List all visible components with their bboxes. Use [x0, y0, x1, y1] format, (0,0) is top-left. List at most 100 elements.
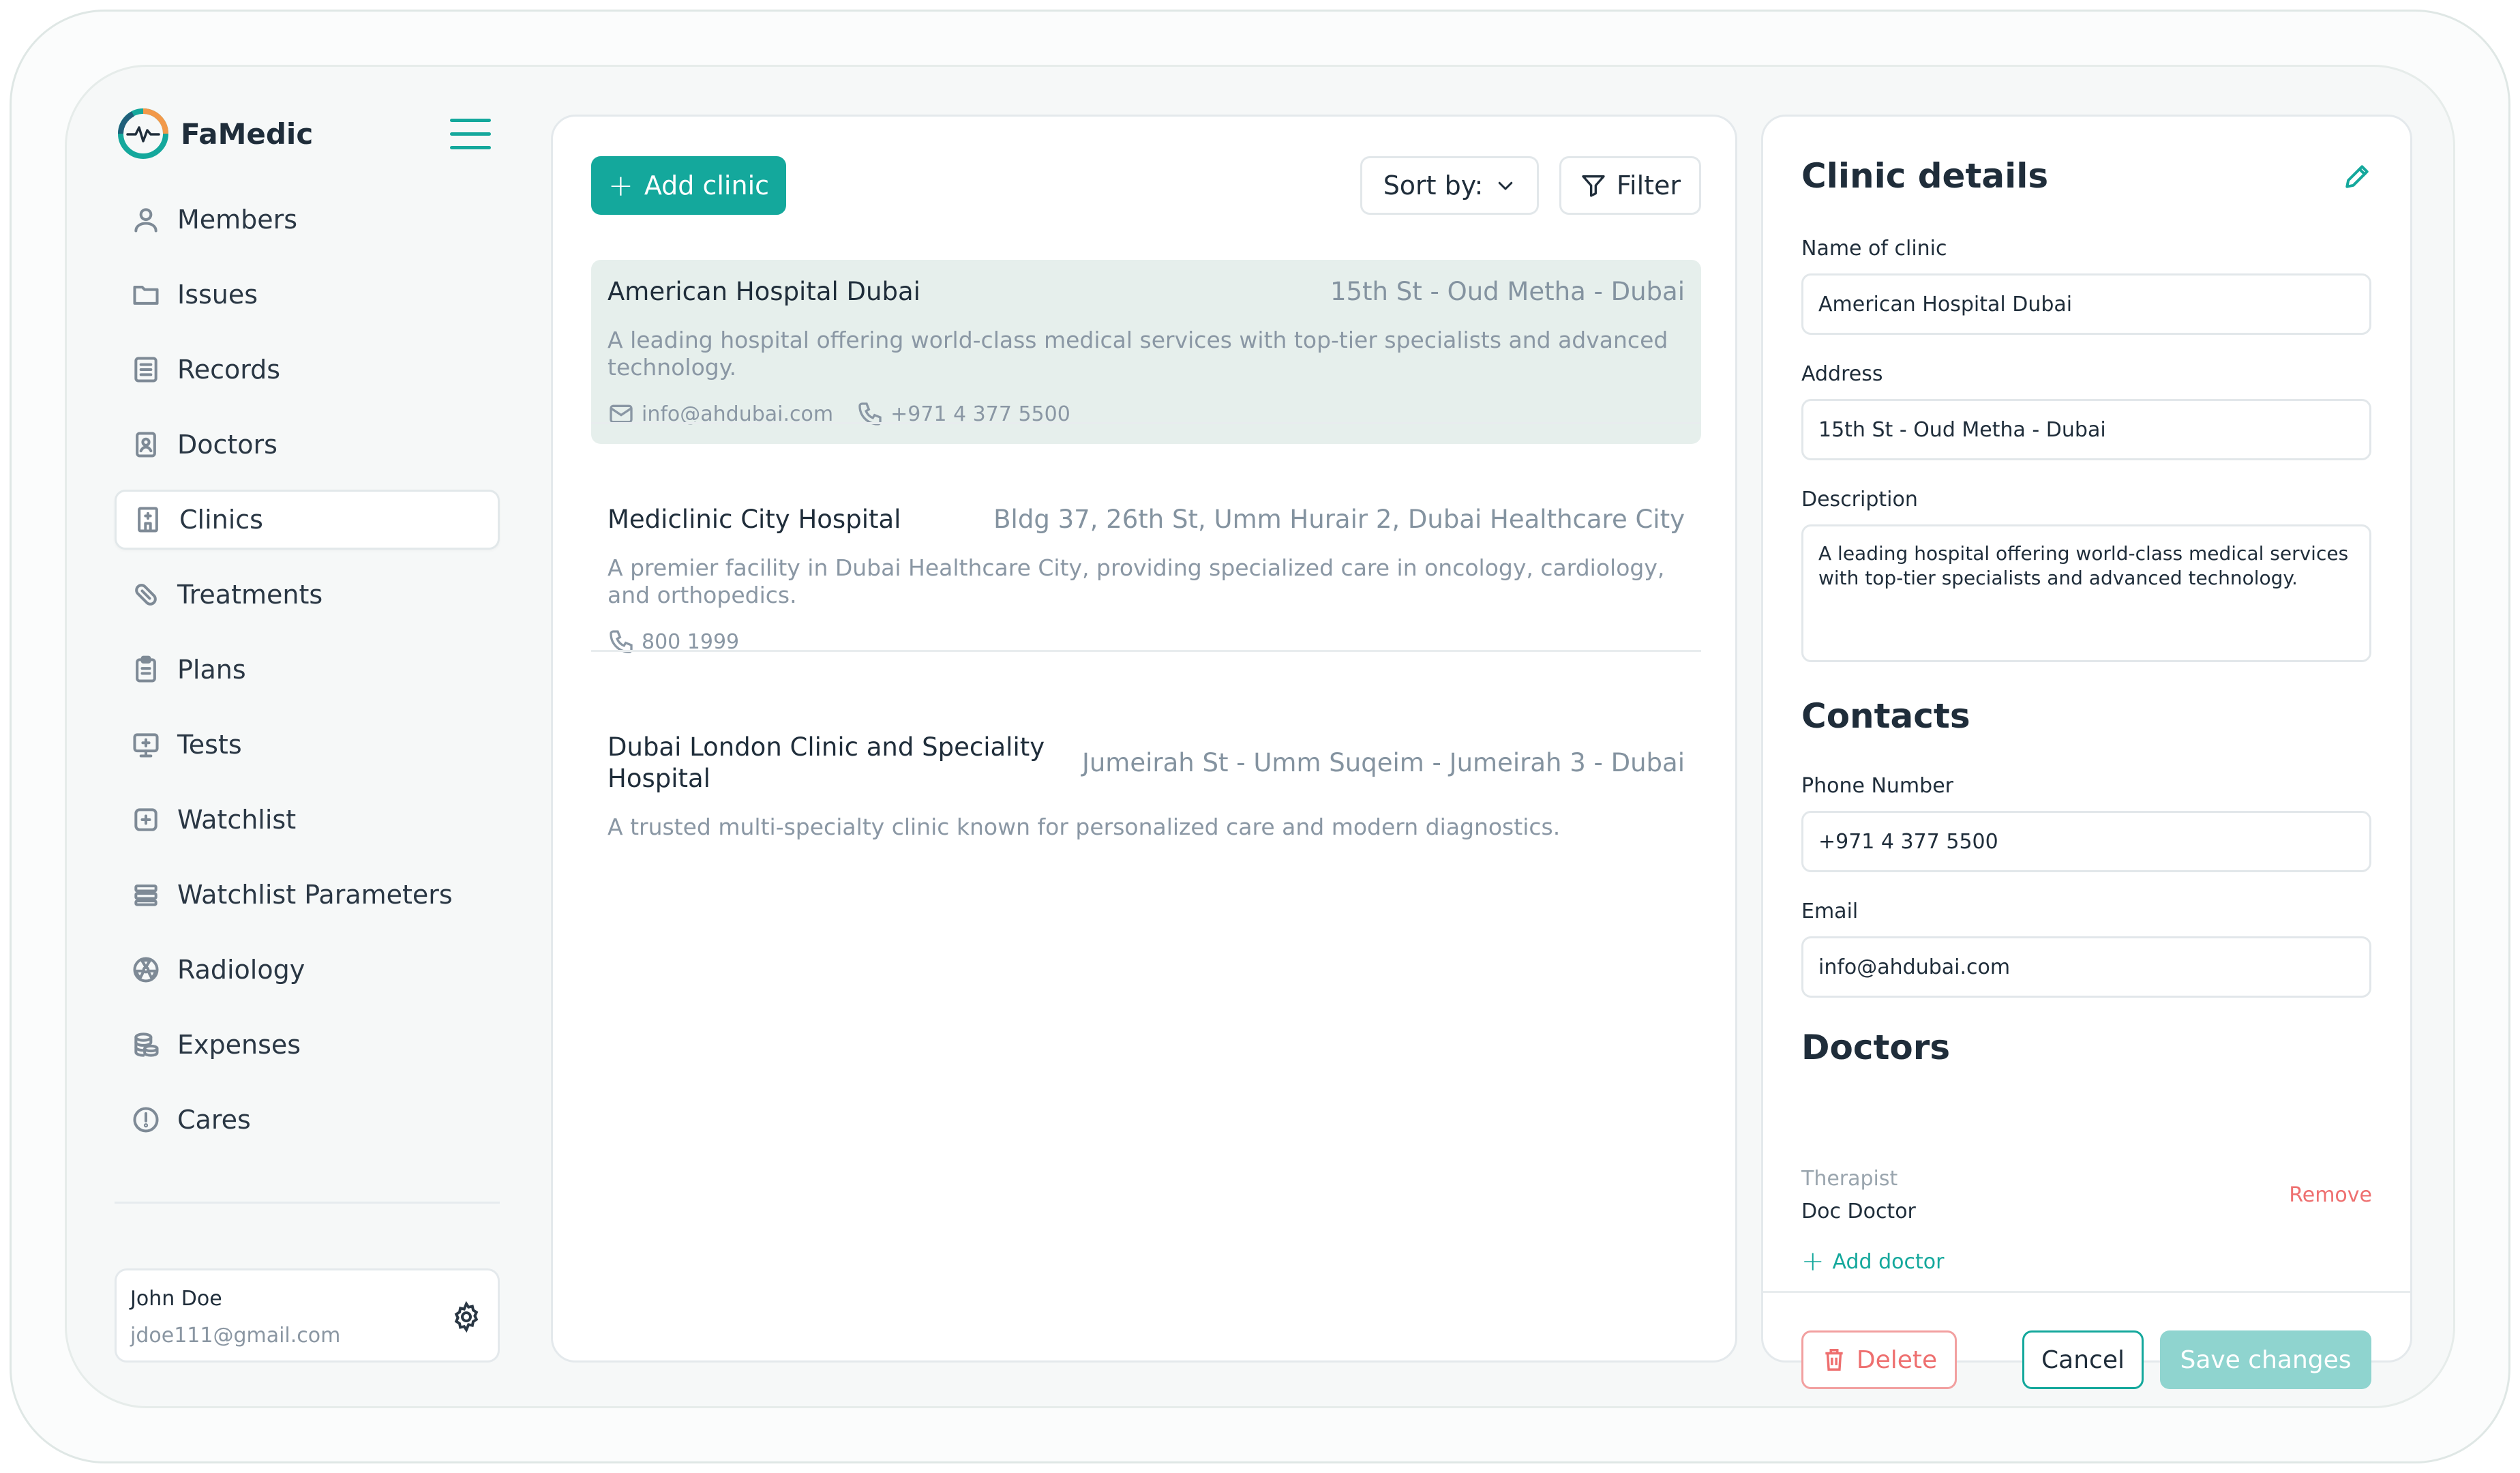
chevron-down-icon — [1499, 181, 1513, 190]
sidebar-item-label: Cares — [177, 1105, 251, 1135]
sidebar-item-label: Expenses — [177, 1030, 301, 1060]
filter-label: Filter — [1616, 170, 1681, 200]
clinic-address: Bldg 37, 26th St, Umm Hurair 2, Dubai He… — [993, 505, 1685, 534]
clinic-description-textarea[interactable]: A leading hospital offering world-class … — [1801, 524, 2371, 662]
sidebar-item-radiology[interactable]: Radiology — [115, 940, 500, 1000]
sidebar-item-watchlist-parameters[interactable]: Watchlist Parameters — [115, 865, 500, 925]
sidebar-item-label: Doctors — [177, 430, 278, 460]
list-divider — [591, 650, 1701, 652]
famedic-logo-icon — [118, 108, 168, 159]
sidebar-item-members[interactable]: Members — [115, 190, 500, 250]
sidebar-item-expenses[interactable]: Expenses — [115, 1015, 500, 1075]
coins-icon — [131, 1030, 161, 1060]
sort-button[interactable]: Sort by: — [1360, 156, 1539, 215]
clinic-list-item[interactable]: Dubai London Clinic and Speciality Hospi… — [591, 715, 1701, 857]
doctors-title: Doctors — [1801, 1028, 1951, 1067]
cancel-button[interactable]: Cancel — [2022, 1330, 2144, 1389]
sidebar-item-issues[interactable]: Issues — [115, 265, 500, 325]
user-email: jdoe111@gmail.com — [130, 1324, 341, 1348]
add-clinic-button[interactable]: + Add clinic — [591, 156, 786, 215]
sort-label: Sort by: — [1383, 170, 1484, 200]
sidebar-item-cares[interactable]: Cares — [115, 1090, 500, 1150]
list-divider — [591, 422, 1701, 424]
sidebar-item-watchlist[interactable]: Watchlist — [115, 790, 500, 850]
brand-name: FaMedic — [181, 117, 314, 151]
save-label: Save changes — [2180, 1345, 2352, 1374]
plus-icon: + — [1801, 1246, 1825, 1277]
email-label: Email — [1801, 899, 1859, 923]
sidebar-item-clinics[interactable]: Clinics — [115, 490, 500, 550]
remove-doctor-button[interactable]: Remove — [2289, 1183, 2372, 1207]
stack-icon — [131, 880, 161, 910]
clinic-list-panel: + Add clinic Sort by: Filter American Ho… — [551, 115, 1737, 1363]
delete-button[interactable]: Delete — [1801, 1330, 1957, 1389]
delete-label: Delete — [1856, 1345, 1938, 1374]
user-card[interactable]: John Doe jdoe111@gmail.com — [115, 1268, 500, 1363]
doctor-name: Doc Doctor — [1801, 1200, 1916, 1223]
app-window: FaMedic Members Issues Records Doctors C… — [65, 65, 2455, 1408]
clipboard-icon — [131, 655, 161, 685]
building-icon — [133, 505, 163, 535]
sidebar-item-label: Treatments — [177, 580, 323, 610]
phone-input[interactable] — [1801, 811, 2371, 872]
add-clinic-label: Add clinic — [644, 170, 770, 200]
trash-icon — [1825, 1349, 1843, 1371]
sidebar-nav: Members Issues Records Doctors Clinics T… — [115, 190, 500, 1165]
clinic-name-input[interactable] — [1801, 273, 2371, 335]
address-label: Address — [1801, 362, 1883, 386]
doctor-specialty: Therapist — [1801, 1167, 1898, 1191]
monitor-plus-icon — [131, 730, 161, 760]
description-label: Description — [1801, 488, 1918, 511]
cancel-label: Cancel — [2041, 1345, 2125, 1374]
sidebar-item-label: Tests — [177, 730, 242, 760]
name-label: Name of clinic — [1801, 237, 1947, 261]
add-doctor-button[interactable]: + Add doctor — [1801, 1246, 1944, 1277]
pill-icon — [131, 580, 161, 610]
filter-button[interactable]: Filter — [1559, 156, 1701, 215]
sidebar-item-label: Plans — [177, 655, 246, 685]
contacts-title: Contacts — [1801, 696, 1970, 736]
phone-label: Phone Number — [1801, 774, 1953, 798]
radiation-icon — [131, 955, 161, 985]
clinic-address: 15th St - Oud Metha - Dubai — [1330, 277, 1685, 306]
clinic-list-item-selected[interactable]: American Hospital Dubai 15th St - Oud Me… — [591, 260, 1701, 444]
gear-icon[interactable] — [450, 1300, 483, 1333]
clinic-description: A leading hospital offering world-class … — [608, 327, 1668, 381]
filter-icon — [1582, 175, 1605, 197]
footer-divider — [1763, 1291, 2410, 1293]
sidebar-item-label: Clinics — [179, 505, 263, 535]
pencil-edit-icon[interactable] — [2342, 162, 2372, 192]
clinic-details-panel: Clinic details Name of clinic Address De… — [1761, 115, 2412, 1389]
sidebar-item-label: Members — [177, 205, 298, 235]
add-doctor-label: Add doctor — [1832, 1249, 1945, 1274]
sidebar-item-label: Records — [177, 355, 281, 385]
clinic-address-input[interactable] — [1801, 399, 2371, 460]
sidebar-item-label: Watchlist Parameters — [177, 880, 453, 910]
clinic-description: A trusted multi-specialty clinic known f… — [608, 814, 1561, 840]
hamburger-menu-icon[interactable] — [450, 119, 491, 150]
sidebar-item-plans[interactable]: Plans — [115, 640, 500, 700]
sidebar-item-records[interactable]: Records — [115, 340, 500, 400]
save-changes-button[interactable]: Save changes — [2160, 1330, 2371, 1389]
sidebar-divider — [115, 1202, 500, 1204]
email-input[interactable] — [1801, 936, 2371, 998]
clinic-name: Dubai London Clinic and Speciality Hospi… — [608, 732, 1045, 793]
plus-icon: + — [608, 168, 633, 203]
sidebar-item-treatments[interactable]: Treatments — [115, 565, 500, 625]
sidebar-item-tests[interactable]: Tests — [115, 715, 500, 775]
clinic-name: Mediclinic City Hospital — [608, 505, 901, 534]
bookmark-plus-icon — [131, 805, 161, 835]
clinic-address: Jumeirah St - Umm Suqeim - Jumeirah 3 - … — [1081, 748, 1685, 777]
sidebar-item-label: Issues — [177, 280, 258, 310]
clinic-name: American Hospital Dubai — [608, 277, 920, 306]
clinic-list-item[interactable]: Mediclinic City Hospital Bldg 37, 26th S… — [591, 488, 1701, 672]
user-icon — [131, 205, 161, 235]
sidebar-item-label: Radiology — [177, 955, 305, 985]
sidebar-item-label: Watchlist — [177, 805, 297, 835]
brand[interactable]: FaMedic — [118, 108, 313, 160]
clinic-description: A premier facility in Dubai Healthcare C… — [608, 554, 1665, 608]
folder-icon — [131, 280, 161, 310]
document-list-icon — [131, 355, 161, 385]
details-title: Clinic details — [1801, 156, 2049, 196]
sidebar-item-doctors[interactable]: Doctors — [115, 415, 500, 475]
